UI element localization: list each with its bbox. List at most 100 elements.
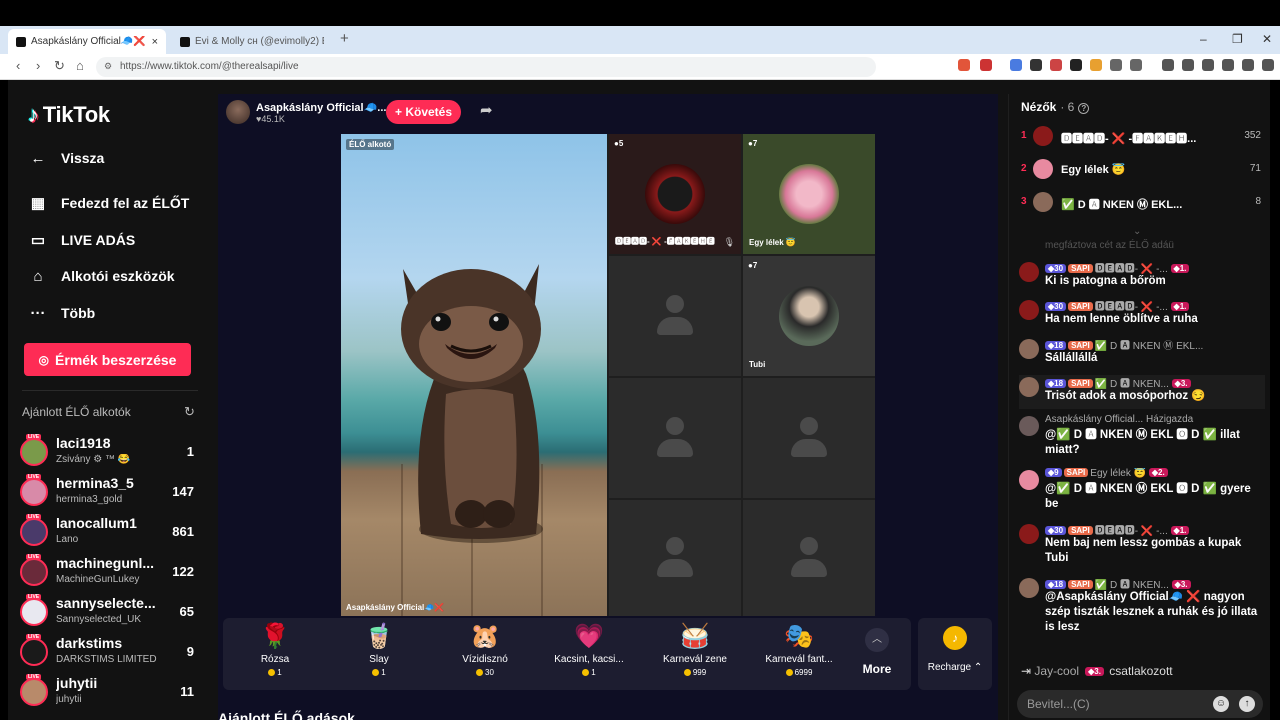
- creator-item[interactable]: LIVE sannyselecte... Sannyselected_UK 65: [20, 594, 198, 630]
- get-coins-button[interactable]: ◎ Érmék beszerzése: [24, 343, 191, 376]
- top-viewer-row[interactable]: 3 ✅ D 🅰 NKEN Ⓜ EKL... 8: [1021, 192, 1261, 212]
- guest-tile[interactable]: ●5 🅳🅴🅰🅳- ❌ -🅵🅰🅺🅴🅷🅴 🎙: [609, 134, 741, 254]
- nav-more[interactable]: ··· Több: [28, 301, 208, 325]
- chat-panel: Nézők · 6? 1 🅳🅴🅰🅳- ❌ -🅵🅰🅺🅴🅷... 352 2 Egy …: [1008, 94, 1270, 720]
- more-gifts-button[interactable]: ︿ More: [859, 628, 895, 676]
- gift-item[interactable]: 🥁 Karnevál zene 999: [647, 622, 743, 686]
- guest-tile-empty[interactable]: [609, 500, 741, 616]
- gift-item[interactable]: 🐹 Vízidisznó 30: [437, 622, 533, 686]
- browser-tab-active[interactable]: Asapkáslány Official🧢❌ (@ ×: [8, 29, 166, 54]
- site-info-icon[interactable]: ⚙: [104, 61, 112, 72]
- forward-icon[interactable]: ›: [36, 58, 40, 73]
- host-caption: Asapkáslány Official🧢❌: [346, 603, 445, 612]
- host-avatar[interactable]: [226, 100, 250, 124]
- share-icon[interactable]: ➦: [480, 101, 493, 119]
- chat-text: Ha nem lenne öblítve a ruha: [1045, 313, 1198, 325]
- gift-item[interactable]: 🎭 Karnevál fant... 6999: [751, 622, 847, 686]
- wallet-icon[interactable]: [1202, 59, 1214, 71]
- extension-icon[interactable]: [1110, 59, 1122, 71]
- extension-icon[interactable]: [1090, 59, 1102, 71]
- chat-message[interactable]: ◆18 SAPI ✅ D 🅰 NKEN Ⓜ EKL... Sállállállá: [1019, 337, 1265, 369]
- top-viewer-row[interactable]: 2 Egy lélek 😇 71: [1021, 159, 1261, 179]
- gift-item[interactable]: 💗 Kacsint, kacsi... 1: [541, 622, 637, 686]
- refresh-icon[interactable]: ↻: [184, 404, 195, 420]
- nav-live-studio[interactable]: ▭ LIVE ADÁS: [28, 228, 208, 252]
- expand-viewers-icon[interactable]: ⌄: [1133, 226, 1141, 237]
- creator-item[interactable]: LIVE hermina3_5 hermina3_gold 147: [20, 474, 198, 510]
- chat-message[interactable]: ◆9 SAPI Egy lélek 😇 ◆2. @✅ D 🅰 NKEN Ⓜ EKL …: [1019, 468, 1265, 518]
- extension-icon[interactable]: [1030, 59, 1042, 71]
- download-icon[interactable]: [1222, 59, 1234, 71]
- slay-gift-icon: 🧋: [364, 623, 394, 650]
- chat-message[interactable]: ◆30 SAPI 🅳🅴🅰🅳- ❌ -... ◆1. Ki is patogna a …: [1019, 260, 1265, 292]
- chat-message-hovered[interactable]: ◆18 SAPI ✅ D 🅰 NKEN... ◆3. Trisót adok a m…: [1019, 375, 1265, 409]
- chat-message[interactable]: ◆30 SAPI 🅳🅴🅰🅳- ❌ -... ◆1. Ha nem lenne öbl…: [1019, 298, 1265, 330]
- reload-icon[interactable]: ↻: [54, 58, 65, 74]
- send-icon[interactable]: ↑: [1239, 696, 1255, 712]
- extension-icon[interactable]: [1130, 59, 1142, 71]
- top-viewer-row[interactable]: 1 🅳🅴🅰🅳- ❌ -🅵🅰🅺🅴🅷... 352: [1021, 126, 1261, 146]
- extension-icon[interactable]: [1010, 59, 1022, 71]
- guest-tile[interactable]: ●7 Egy lélek 😇: [743, 134, 875, 254]
- left-sidebar: ♪ TikTok ← Vissza ▦ Fedezd fel az ÉLŐT ▭…: [8, 80, 208, 720]
- video-stage[interactable]: ÉLŐ alkotó Asapkáslány Official🧢❌ ●5 🅳🅴🅰…: [341, 134, 875, 616]
- creator-item[interactable]: LIVE machinegunl... MachineGunLukey 122: [20, 554, 198, 590]
- back-icon[interactable]: ‹: [16, 58, 20, 73]
- chat-username: 🅳🅴🅰🅳- ❌ -...: [1094, 302, 1168, 312]
- tiktok-note-icon: ♪: [28, 102, 39, 127]
- creator-item[interactable]: LIVE laci1918 Zsivány ⚙ ™ 😂 1: [20, 434, 198, 470]
- restore-icon[interactable]: ❐: [1232, 32, 1243, 46]
- chat-username: ✅ D 🅰 NKEN...: [1094, 379, 1169, 389]
- chat-message[interactable]: Asapkáslány Official... Házigazda @✅ D 🅰…: [1019, 414, 1265, 464]
- gift-item[interactable]: 🧋 Slay 1: [331, 622, 427, 686]
- guest-tile-empty[interactable]: [609, 256, 741, 376]
- help-icon[interactable]: ?: [1078, 103, 1090, 114]
- chat-avatar: [1019, 524, 1039, 544]
- host-video[interactable]: ÉLŐ alkotó Asapkáslány Official🧢❌: [341, 134, 607, 616]
- chat-message[interactable]: ◆18 SAPI ✅ D 🅰 NKEN... ◆3. @Asapkáslány Of…: [1019, 576, 1265, 642]
- gift-name: Karnevál zene: [663, 654, 727, 665]
- chat-message[interactable]: ◆30 SAPI 🅳🅴🅰🅳- ❌ -... ◆1. Nem baj nem less…: [1019, 522, 1265, 572]
- creator-item[interactable]: LIVE lanocallum1 Lano 861: [20, 514, 198, 550]
- home-icon[interactable]: ⌂: [76, 58, 84, 73]
- creator-item[interactable]: LIVE juhytii juhytii 11: [20, 674, 198, 710]
- chat-meta: ◆30 SAPI 🅳🅴🅰🅳- ❌ -... ◆1.: [1045, 522, 1261, 536]
- extension-icon[interactable]: [980, 59, 992, 71]
- chat-username: 🅳🅴🅰🅳- ❌ -...: [1094, 264, 1168, 274]
- nav-explore-live[interactable]: ▦ Fedezd fel az ÉLŐT: [28, 191, 208, 215]
- close-tab-icon[interactable]: ×: [152, 36, 158, 48]
- extension-icon[interactable]: [958, 59, 970, 71]
- music-icon[interactable]: [1162, 59, 1174, 71]
- recharge-button[interactable]: ♪ Recharge ⌃: [918, 618, 992, 690]
- host-name[interactable]: Asapkáslány Official🧢...: [256, 101, 386, 114]
- url-field[interactable]: ⚙ https://www.tiktok.com/@therealsapi/li…: [96, 57, 876, 77]
- extension-icon[interactable]: [1070, 59, 1082, 71]
- menu-icon[interactable]: [1262, 59, 1274, 71]
- sidebar-icon[interactable]: [1182, 59, 1194, 71]
- nav-creator-tools[interactable]: ⌂ Alkotói eszközök: [28, 264, 208, 288]
- get-coins-label: Érmék beszerzése: [55, 351, 177, 368]
- follow-button[interactable]: + Követés: [386, 100, 461, 124]
- chat-input[interactable]: [1027, 695, 1207, 713]
- browser-tab-inactive[interactable]: Évi & Molly сн (@evimolly2) ÉLŐ adá: [172, 29, 332, 54]
- guest-tile-empty[interactable]: [743, 378, 875, 498]
- chat-avatar: [1019, 377, 1039, 397]
- shield-icon[interactable]: [1242, 59, 1254, 71]
- capybara-gift-icon: 🐹: [470, 623, 500, 650]
- new-tab-button[interactable]: +: [340, 30, 349, 47]
- gift-item[interactable]: 🌹 Rózsa 1: [227, 622, 323, 686]
- chat-text: Sállállállá: [1045, 352, 1098, 364]
- guest-tile-empty[interactable]: [609, 378, 741, 498]
- emoji-icon[interactable]: ☺: [1213, 696, 1229, 712]
- creator-item[interactable]: LIVE darkstims DARKSTIMS LIMITED 9: [20, 634, 198, 670]
- guest-tile-empty[interactable]: [743, 500, 875, 616]
- viewers-header: Nézők · 6?: [1021, 100, 1090, 114]
- nav-back[interactable]: ← Vissza: [28, 146, 208, 170]
- extension-icon[interactable]: [1050, 59, 1062, 71]
- close-window-icon[interactable]: ✕: [1262, 32, 1272, 46]
- guest-tile[interactable]: ●7 Tubi: [743, 256, 875, 376]
- tiktok-logo[interactable]: ♪ TikTok: [28, 102, 110, 128]
- minimize-icon[interactable]: –: [1200, 32, 1207, 46]
- calendar-icon: ▦: [30, 195, 46, 212]
- fan-club-badge: SAPI: [1068, 302, 1093, 311]
